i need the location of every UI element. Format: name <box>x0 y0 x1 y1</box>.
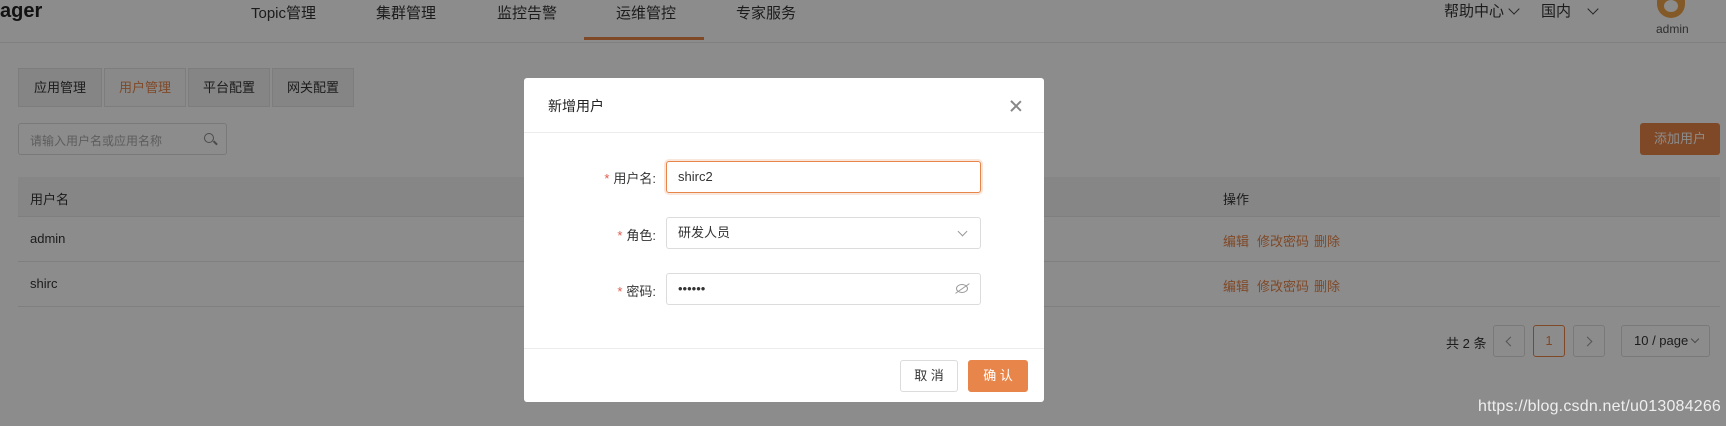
username-field[interactable] <box>666 161 981 193</box>
required-mark: * <box>617 228 623 243</box>
cancel-button[interactable]: 取 消 <box>900 360 958 392</box>
password-label: * 密码: <box>617 284 656 299</box>
close-icon[interactable] <box>1010 100 1022 112</box>
role-value: 研发人员 <box>678 225 731 240</box>
add-user-dialog: 新增用户 *用户名: *角色: 研发人员 *密码: •••••• 取 消 确 认 <box>524 78 1044 402</box>
username-input[interactable] <box>678 162 938 192</box>
confirm-button[interactable]: 确 认 <box>968 360 1028 392</box>
dialog-footer-divider <box>524 348 1044 349</box>
username-label: * 用户名: <box>604 171 656 186</box>
role-select[interactable]: 研发人员 <box>666 217 981 249</box>
eye-slash-icon[interactable] <box>956 284 968 293</box>
dialog-header-divider <box>524 132 1044 133</box>
password-value: •••••• <box>678 281 706 296</box>
required-mark: * <box>604 171 610 186</box>
password-field[interactable]: •••••• <box>666 273 981 305</box>
role-label: * 角色: <box>617 228 656 243</box>
watermark-text: https://blog.csdn.net/u013084266 <box>1478 398 1722 415</box>
required-mark: * <box>617 284 623 299</box>
dialog-title: 新增用户 <box>548 98 604 114</box>
chevron-down-icon <box>957 226 968 237</box>
